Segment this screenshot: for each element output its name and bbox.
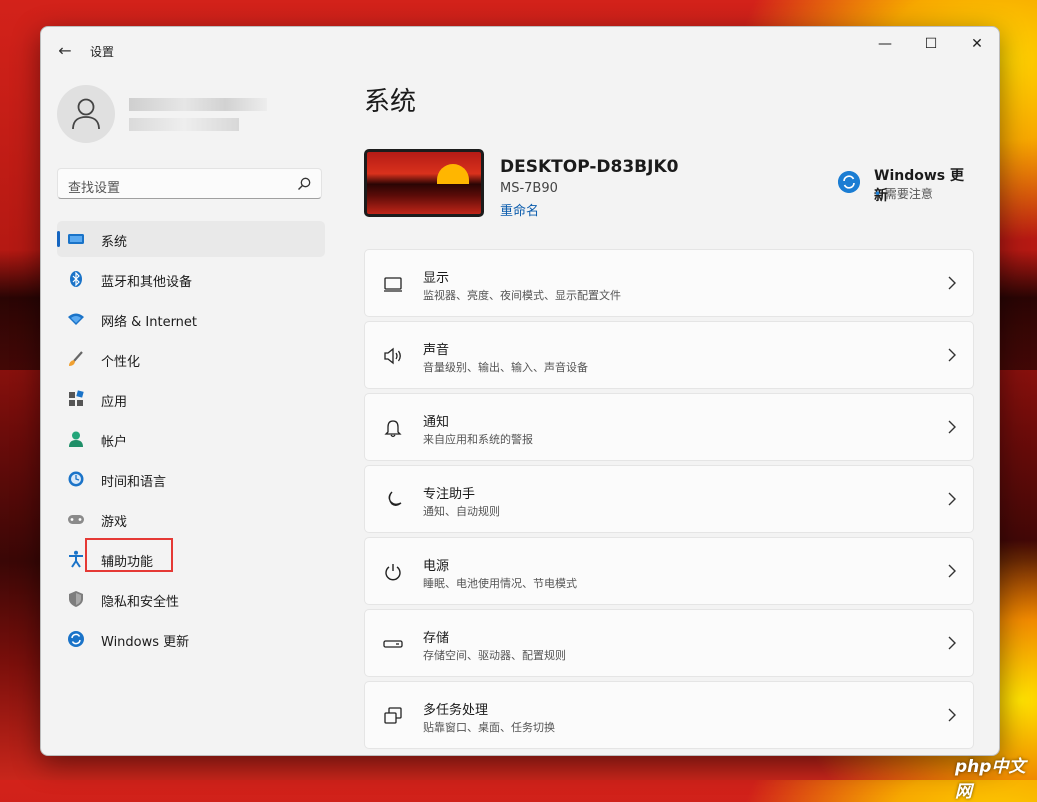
chevron-right-icon [948,492,956,506]
sidebar-item-label: 帐户 [101,435,128,450]
bell-icon [384,420,402,438]
sidebar-item-label: 隐私和安全性 [101,595,180,610]
sidebar-item-label: 网络 & Internet [101,315,198,330]
card-sound[interactable]: 声音 音量级别、输出、输入、声音设备 [364,321,974,389]
windows-update-icon [68,631,84,647]
time-language-icon [68,471,84,487]
sidebar-nav: 系统 蓝牙和其他设备 网络 & Internet 个性化 应用 帐户 时间和语言… [57,221,325,661]
card-multitasking[interactable]: 多任务处理 贴靠窗口、桌面、任务切换 [364,681,974,749]
card-storage[interactable]: 存储 存储空间、驱动器、配置规则 [364,609,974,677]
active-indicator [57,231,60,247]
gaming-icon [68,515,84,524]
sidebar-item-system[interactable]: 系统 [57,221,325,257]
card-subtitle: 来自应用和系统的警报 [423,433,533,446]
sidebar-item-privacy[interactable]: 隐私和安全性 [57,581,325,617]
sidebar-item-accessibility[interactable]: 辅助功能 [57,538,325,577]
sidebar-item-label: 蓝牙和其他设备 [101,275,193,290]
card-title: 电源 [423,559,450,574]
card-subtitle: 通知、自动规则 [423,505,500,518]
card-title: 显示 [423,271,450,286]
card-title: 声音 [423,343,450,358]
profile-account-redacted [129,118,239,131]
accessibility-icon [69,550,83,568]
user-profile[interactable] [57,85,327,145]
card-power[interactable]: 电源 睡眠、电池使用情况、节电模式 [364,537,974,605]
sidebar-item-time-language[interactable]: 时间和语言 [57,461,325,497]
windows-update-status-text: 需要注意 [884,187,933,201]
card-subtitle: 监视器、亮度、夜间模式、显示配置文件 [423,289,621,302]
sidebar-item-accounts[interactable]: 帐户 [57,421,325,457]
app-title: 设置 [90,45,115,59]
device-model: MS-7B90 [500,181,558,196]
windows-update-status-icon[interactable] [838,171,860,193]
card-title: 多任务处理 [423,703,489,718]
search-box[interactable]: 查找设置 [57,168,322,199]
card-title: 通知 [423,415,450,430]
rename-link[interactable]: 重命名 [500,200,539,219]
wifi-icon [68,313,84,325]
account-icon [69,431,83,447]
multitasking-icon [384,707,402,724]
moon-icon [388,491,402,506]
windows-update-status: • 需要注意 [874,185,933,202]
sidebar-item-bluetooth[interactable]: 蓝牙和其他设备 [57,261,325,297]
apps-icon [69,390,84,406]
system-icon [68,234,84,244]
sidebar-item-apps[interactable]: 应用 [57,381,325,417]
shield-icon [69,591,83,607]
back-button[interactable]: ← [53,39,77,63]
storage-icon [383,640,403,648]
card-subtitle: 睡眠、电池使用情况、节电模式 [423,577,577,590]
sidebar-item-label: 应用 [101,395,128,410]
search-input[interactable]: 查找设置 [68,177,120,196]
sidebar-item-label: Windows 更新 [101,635,190,650]
avatar [57,85,115,143]
device-name: DESKTOP-D83BJK0 [500,157,679,177]
close-button[interactable]: ✕ [954,29,999,59]
bluetooth-icon [70,271,82,287]
annotation-highlight-box [85,538,173,572]
person-icon [72,98,100,130]
page-title: 系统 [364,87,417,117]
status-dot-icon: • [874,187,882,201]
chevron-right-icon [948,708,956,722]
maximize-button[interactable]: ☐ [908,29,954,59]
profile-email-redacted [129,98,267,111]
title-bar: ← 设置 — ☐ ✕ [41,27,999,75]
chevron-right-icon [948,420,956,434]
sun-graphic [437,164,469,184]
sidebar-item-label: 个性化 [101,355,141,370]
sidebar-item-gaming[interactable]: 游戏 [57,501,325,537]
card-subtitle: 存储空间、驱动器、配置规则 [423,649,566,662]
power-icon [385,564,401,581]
card-subtitle: 贴靠窗口、桌面、任务切换 [423,721,555,734]
card-title: 存储 [423,631,450,646]
chevron-right-icon [948,276,956,290]
settings-window: ← 设置 — ☐ ✕ 查找设置 系统 蓝牙和其他设备 网络 & Internet… [40,26,1000,756]
watermark: php中文网 [955,757,1026,802]
card-title: 专注助手 [423,487,476,502]
sidebar-item-windows-update[interactable]: Windows 更新 [57,621,325,657]
settings-card-list: 显示 监视器、亮度、夜间模式、显示配置文件 声音 音量级别、输出、输入、声音设备… [364,249,974,753]
speaker-icon [384,347,401,365]
search-icon[interactable] [296,176,312,192]
card-notifications[interactable]: 通知 来自应用和系统的警报 [364,393,974,461]
card-subtitle: 音量级别、输出、输入、声音设备 [423,361,588,374]
card-focus-assist[interactable]: 专注助手 通知、自动规则 [364,465,974,533]
display-icon [384,277,402,292]
sidebar-item-personalization[interactable]: 个性化 [57,341,325,377]
chevron-right-icon [948,348,956,362]
sidebar-item-label: 时间和语言 [101,475,167,490]
sidebar-item-label: 游戏 [101,515,128,530]
brush-icon [69,351,83,366]
chevron-right-icon [948,636,956,650]
sidebar-item-network[interactable]: 网络 & Internet [57,301,325,337]
sidebar-item-label: 系统 [101,235,128,250]
minimize-button[interactable]: — [862,29,908,59]
chevron-right-icon [948,564,956,578]
desktop-wallpaper-thumbnail [364,149,484,217]
card-display[interactable]: 显示 监视器、亮度、夜间模式、显示配置文件 [364,249,974,317]
